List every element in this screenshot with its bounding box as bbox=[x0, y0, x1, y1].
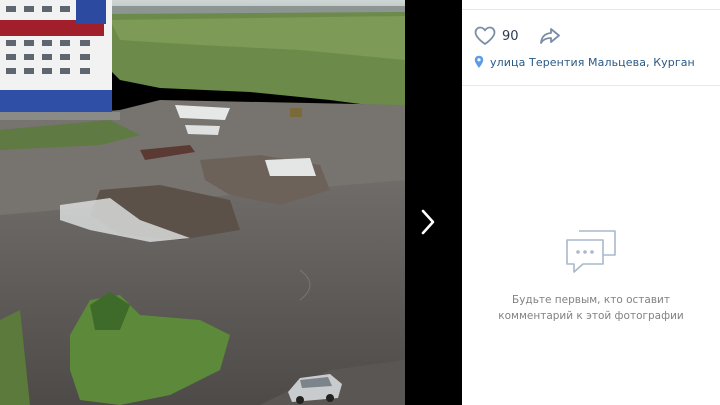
next-photo-button[interactable] bbox=[413, 196, 443, 248]
share-button[interactable] bbox=[539, 27, 561, 45]
photo[interactable] bbox=[0, 0, 405, 405]
photo-image bbox=[0, 0, 405, 405]
panel-header-edge bbox=[462, 0, 720, 10]
comments-empty-text: Будьте первым, кто оставит комментарий к… bbox=[498, 294, 684, 322]
comments-empty-state: Будьте первым, кто оставит комментарий к… bbox=[462, 228, 720, 324]
location[interactable]: улица Терентия Мальцева, Курган bbox=[474, 55, 695, 69]
map-pin-icon bbox=[474, 55, 484, 68]
chevron-right-icon bbox=[421, 209, 435, 235]
photo-viewer bbox=[0, 0, 462, 405]
photo-info-panel: 90 улица Терентия Мальцева, Курган Будьт… bbox=[462, 0, 720, 405]
speech-bubbles-icon bbox=[566, 230, 616, 273]
post-actions: 90 bbox=[474, 24, 561, 48]
divider bbox=[462, 85, 720, 86]
like-count: 90 bbox=[502, 28, 519, 44]
like-button[interactable]: 90 bbox=[474, 26, 519, 46]
share-arrow-icon bbox=[539, 28, 560, 44]
location-link[interactable]: улица Терентия Мальцева, Курган bbox=[490, 56, 695, 69]
heart-icon bbox=[474, 26, 496, 45]
